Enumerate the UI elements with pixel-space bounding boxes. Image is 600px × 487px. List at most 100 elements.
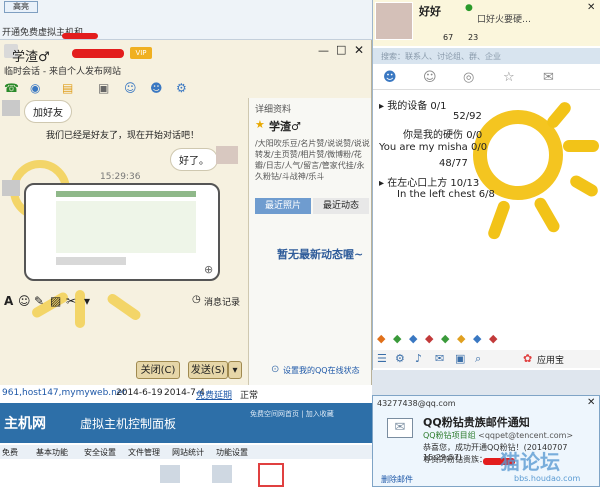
app-icon[interactable]: ◆ <box>377 332 385 345</box>
group-heart[interactable]: 你是我的硬伤 0/0 <box>403 126 482 141</box>
tab-stats[interactable]: 网站统计 <box>172 447 204 458</box>
group-2[interactable]: 52/92 <box>453 111 482 122</box>
tab-settings[interactable]: 功能设置 <box>216 447 248 458</box>
app-store-icon[interactable]: ✿ <box>523 352 532 365</box>
settings-icon[interactable]: ⚙ <box>395 352 405 365</box>
close-icon[interactable]: ✕ <box>354 43 364 57</box>
signature[interactable]: 口好火要硬… <box>477 12 531 25</box>
delete-mail-link[interactable]: 删除邮件 <box>381 474 413 485</box>
app-icon[interactable]: ◆ <box>489 332 497 345</box>
buddy-header: 好好 ● 口好火要硬… 67 23 ✕ <box>373 0 600 46</box>
recent-icon[interactable]: ☺ <box>423 70 437 85</box>
date-start: 2014-6-19 <box>116 388 163 398</box>
add-member-icon[interactable]: ☻ <box>150 80 163 96</box>
watermark-url: bbs.houdao.com <box>514 474 581 483</box>
close-icon[interactable]: ✕ <box>587 397 595 408</box>
online-status-icon[interactable]: ● <box>465 3 473 13</box>
redacted-mark <box>72 49 124 58</box>
menu-icon[interactable]: ☰ <box>377 352 387 365</box>
contacts-icon[interactable]: ☻ <box>383 70 397 85</box>
group-misha[interactable]: You are my misha 0/0 <box>379 142 487 153</box>
tab-recent-news[interactable]: 最近动态 <box>313 198 369 214</box>
app-icon[interactable]: ◆ <box>425 332 433 345</box>
main-menu-bar: ☰ ⚙ ♪ ✉ ▣ ⌕ ✿ 应用宝 <box>373 350 600 368</box>
top-links[interactable]: 免费空间网首页 | 加入收藏 <box>250 409 334 419</box>
screenshot-icon[interactable]: ✂ <box>66 293 76 309</box>
close-icon[interactable]: ✕ <box>587 2 595 13</box>
favorite-icon[interactable]: ☆ <box>503 70 515 85</box>
maximize-icon[interactable]: □ <box>336 43 346 56</box>
font-button[interactable]: A <box>4 293 13 309</box>
panel-title: 虚拟主机控制面板 <box>80 417 177 431</box>
tool-icon[interactable] <box>212 465 232 483</box>
sender-avatar <box>2 180 20 196</box>
mail-icon: ✉ <box>387 418 413 438</box>
more-icon[interactable]: ▾ <box>84 293 90 309</box>
search-icon[interactable]: ⌕ <box>475 352 481 366</box>
tool-icon[interactable] <box>258 463 284 487</box>
qzone-icon[interactable]: ◎ <box>463 70 474 85</box>
group-left-heart[interactable]: ▸ 在左心口上方 10/13 <box>379 174 479 189</box>
redacted-mark <box>62 33 98 39</box>
chat-toolbar: ☎ ◉ ▤ ▣ ☺ ☻ ⚙ <box>0 78 371 98</box>
mail-icon[interactable]: ✉ <box>435 352 444 365</box>
magic-icon[interactable]: ✎ <box>34 293 44 309</box>
screenshot-message[interactable]: ⊕ <box>24 183 220 281</box>
volume-icon[interactable]: ♪ <box>415 352 422 365</box>
video-icon[interactable]: ◉ <box>30 80 40 96</box>
profile-header: 详细资料 <box>255 105 292 115</box>
notif-title[interactable]: QQ粉钻贵族邮件通知 <box>423 414 530 430</box>
chat-window: 学渣♂ VIP — □ ✕ 临时会话 - 来自个人发布网站 ☎ ◉ ▤ ▣ ☺ … <box>0 40 372 385</box>
group-5[interactable]: 48/77 <box>439 158 468 169</box>
status-text: 正常 <box>240 391 259 401</box>
web-page: 961,host147,mymyweb.net 2014-6-19 2014-7… <box>0 385 372 487</box>
call-icon[interactable]: ☎ <box>4 80 19 96</box>
message-icon[interactable]: ✉ <box>543 70 554 85</box>
remote-icon[interactable]: ▣ <box>98 80 109 96</box>
panel-tabs: 免费 基本功能 安全设置 文件管理 网站统计 功能设置 <box>0 445 372 459</box>
close-button[interactable]: 关闭(C) <box>136 361 180 379</box>
tab-files[interactable]: 文件管理 <box>128 447 160 458</box>
tab-basic[interactable]: 基本功能 <box>36 447 68 458</box>
web-row: 961,host147,mymyweb.net 2014-6-19 2014-7… <box>0 385 372 401</box>
online-status-link[interactable]: 设置我的QQ在线状态 <box>283 365 360 376</box>
emoji-icon[interactable]: ☺ <box>18 293 31 309</box>
notif-sub: 尊贵的粉钻贵族： <box>423 455 487 464</box>
site-name: 主机网 <box>4 416 46 432</box>
message-record-link[interactable]: 消息记录 <box>204 295 240 308</box>
file-icon[interactable]: ▤ <box>62 80 73 96</box>
host-url[interactable]: 961,host147,mymyweb.net <box>2 388 126 398</box>
group-left-chest[interactable]: In the left chest 6/8 <box>397 189 495 200</box>
tool-icon[interactable] <box>160 465 180 483</box>
app-icon[interactable]: ⚙ <box>176 80 187 96</box>
send-options-button[interactable]: ▾ <box>228 361 242 379</box>
profile-panel: 详细资料 ★ 学渣♂ /大阳吹乐豆/名片赞/说说赞/说说转发/主页赞/相片赞/微… <box>248 98 371 385</box>
group-my-devices[interactable]: ▸ 我的设备 0/1 <box>379 97 446 112</box>
app-icon[interactable]: ◆ <box>473 332 481 345</box>
picture-icon[interactable]: ▨ <box>50 293 61 309</box>
sender-avatar <box>2 100 20 116</box>
group-icon[interactable]: ☺ <box>124 80 137 96</box>
app-store-link[interactable]: 应用宝 <box>537 353 564 366</box>
user-avatar[interactable] <box>375 2 413 40</box>
buddy-tabs: ☻ ☺ ◎ ☆ ✉ <box>373 66 600 90</box>
message-add-friend: 加好友 <box>24 100 72 123</box>
app-icon[interactable]: ◆ <box>393 332 401 345</box>
left-label: 免费 <box>2 448 18 457</box>
minimize-icon[interactable]: — <box>318 44 329 57</box>
profile-name: 学渣♂ <box>269 120 301 133</box>
watermark-logo: 猫论坛 <box>500 450 560 474</box>
send-button[interactable]: 发送(S) <box>188 361 228 379</box>
notif-sender: QQ粉钻项目组 <qqpet@tencent.com> <box>423 431 574 440</box>
app-icon[interactable]: ◆ <box>457 332 465 345</box>
vip-icon: VIP <box>130 47 152 59</box>
renew-link[interactable]: 免费延期 <box>196 388 232 401</box>
file-icon[interactable]: ▣ <box>455 352 465 365</box>
zoom-icon[interactable]: ⊕ <box>204 263 213 276</box>
app-icon[interactable]: ◆ <box>409 332 417 345</box>
highlight-tab[interactable]: 高亮 <box>4 1 38 13</box>
tab-recent-photos[interactable]: 最近照片 <box>255 198 311 214</box>
tab-security[interactable]: 安全设置 <box>84 447 116 458</box>
search-input[interactable]: 搜索：联系人、讨论组、群、企业 <box>373 48 600 64</box>
app-icon[interactable]: ◆ <box>441 332 449 345</box>
